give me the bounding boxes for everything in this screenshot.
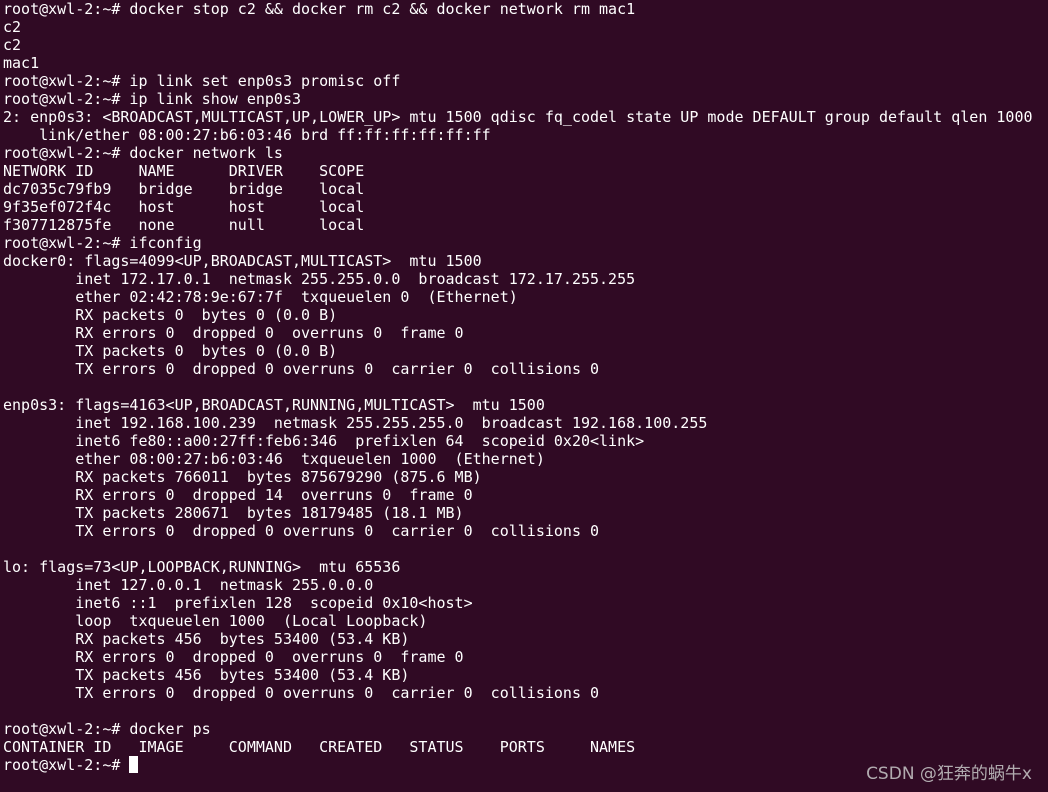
terminal-line: ether 08:00:27:b6:03:46 txqueuelen 1000 … — [3, 450, 545, 468]
terminal-line: root@xwl-2:~# docker network ls — [3, 144, 283, 162]
terminal-line: 9f35ef072f4c host host local — [3, 198, 365, 216]
terminal-line: c2 — [3, 18, 22, 36]
terminal-line: RX errors 0 dropped 0 overruns 0 frame 0 — [3, 648, 464, 666]
terminal-line: root@xwl-2:~# docker ps — [3, 720, 211, 738]
terminal-line: inet6 fe80::a00:27ff:feb6:346 prefixlen … — [3, 432, 645, 450]
terminal-line: root@xwl-2:~# ifconfig — [3, 234, 202, 252]
watermark: CSDN @狂奔的蜗牛x — [866, 764, 1032, 784]
terminal-line: CONTAINER ID IMAGE COMMAND CREATED STATU… — [3, 738, 636, 756]
terminal-line: RX packets 766011 bytes 875679290 (875.6… — [3, 468, 482, 486]
terminal-line: root@xwl-2:~# ip link set enp0s3 promisc… — [3, 72, 401, 90]
terminal-line: TX errors 0 dropped 0 overruns 0 carrier… — [3, 360, 600, 378]
terminal-line: link/ether 08:00:27:b6:03:46 brd ff:ff:f… — [3, 126, 491, 144]
terminal-line: RX errors 0 dropped 0 overruns 0 frame 0 — [3, 324, 464, 342]
terminal-line: lo: flags=73<UP,LOOPBACK,RUNNING> mtu 65… — [3, 558, 401, 576]
terminal-line: 2: enp0s3: <BROADCAST,MULTICAST,UP,LOWER… — [3, 108, 1033, 126]
terminal-output[interactable]: root@xwl-2:~# docker stop c2 && docker r… — [3, 0, 1033, 774]
terminal-line: RX packets 0 bytes 0 (0.0 B) — [3, 306, 338, 324]
terminal-line: TX packets 456 bytes 53400 (53.4 KB) — [3, 666, 410, 684]
terminal-line: dc7035c79fb9 bridge bridge local — [3, 180, 365, 198]
terminal-line: inet 192.168.100.239 netmask 255.255.255… — [3, 414, 708, 432]
terminal-line: f307712875fe none null local — [3, 216, 365, 234]
shell-prompt: root@xwl-2:~# — [3, 756, 130, 774]
terminal-line: loop txqueuelen 1000 (Local Loopback) — [3, 612, 428, 630]
terminal-line: inet6 ::1 prefixlen 128 scopeid 0x10<hos… — [3, 594, 473, 612]
terminal-line: TX packets 0 bytes 0 (0.0 B) — [3, 342, 338, 360]
terminal-line: mac1 — [3, 54, 40, 72]
terminal-line: TX errors 0 dropped 0 overruns 0 carrier… — [3, 522, 600, 540]
terminal-line: TX packets 280671 bytes 18179485 (18.1 M… — [3, 504, 464, 522]
terminal-line: TX errors 0 dropped 0 overruns 0 carrier… — [3, 684, 600, 702]
terminal-line: inet 127.0.0.1 netmask 255.0.0.0 — [3, 576, 374, 594]
terminal-line: inet 172.17.0.1 netmask 255.255.0.0 broa… — [3, 270, 636, 288]
terminal-line: enp0s3: flags=4163<UP,BROADCAST,RUNNING,… — [3, 396, 545, 414]
terminal-line: NETWORK ID NAME DRIVER SCOPE — [3, 162, 365, 180]
terminal-line: RX errors 0 dropped 14 overruns 0 frame … — [3, 486, 473, 504]
terminal-line: root@xwl-2:~# docker stop c2 && docker r… — [3, 0, 636, 18]
terminal-line: c2 — [3, 36, 22, 54]
terminal-line: root@xwl-2:~# ip link show enp0s3 — [3, 90, 302, 108]
terminal-line: RX packets 456 bytes 53400 (53.4 KB) — [3, 630, 410, 648]
terminal-line: ether 02:42:78:9e:67:7f txqueuelen 0 (Et… — [3, 288, 518, 306]
terminal-line: docker0: flags=4099<UP,BROADCAST,MULTICA… — [3, 252, 482, 270]
text-cursor — [129, 756, 139, 773]
